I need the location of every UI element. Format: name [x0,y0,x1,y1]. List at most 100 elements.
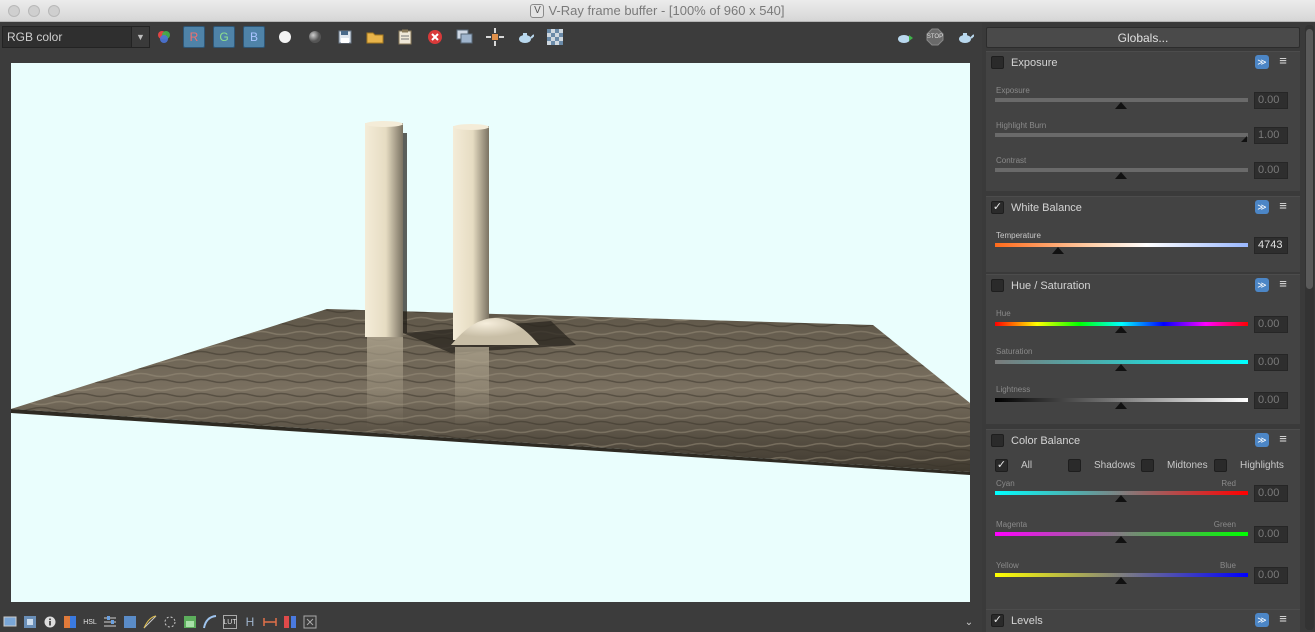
save-icon[interactable] [334,26,356,48]
interactive-teapot-icon[interactable] [954,26,976,48]
channel-dropdown[interactable]: RGB color ▼ [2,26,150,48]
highlight-burn-slider[interactable] [995,133,1248,137]
collapse-icon[interactable]: ≫ [1255,55,1269,69]
magenta-green-slider-handle[interactable] [1115,536,1127,543]
vray-logo-icon: V [530,3,545,18]
scrollbar-thumb[interactable] [1306,29,1313,289]
info-icon[interactable] [43,615,57,629]
pixel-icon[interactable] [303,615,317,629]
levels-checkbox[interactable]: ✓ [991,614,1004,627]
exposure-value[interactable]: 0.00 [1254,92,1288,109]
magenta-label: Magenta [996,520,1028,529]
saturation-value[interactable]: 0.00 [1254,354,1288,371]
display-icon[interactable] [3,615,17,629]
highlight-burn-slider-handle[interactable] [1241,136,1247,142]
title-group: V V-Ray frame buffer - [100% of 960 x 54… [530,3,785,18]
duplicate-icon[interactable] [454,26,476,48]
lightness-value[interactable]: 0.00 [1254,392,1288,409]
stop-label: STOP [926,34,944,40]
gradient-icon[interactable] [63,615,77,629]
hue-label: Hue [996,309,1011,318]
checker-icon[interactable] [544,26,566,48]
contrast-slider-handle[interactable] [1115,172,1127,179]
hsl-icon[interactable]: HSL [83,615,97,629]
chevron-down-icon[interactable]: ▼ [131,27,149,47]
levels-title: Levels [1011,615,1043,627]
gray-circle-icon[interactable] [304,26,326,48]
image-icon[interactable] [203,615,217,629]
h-icon[interactable]: H [243,615,257,629]
stop-icon[interactable]: STOP [924,26,946,48]
cyan-red-value[interactable]: 0.00 [1254,485,1288,502]
color-balance-checkbox[interactable] [991,434,1004,447]
render-teapot-icon[interactable] [894,26,916,48]
toolbar: RGB color ▼ R G B STOP [0,23,982,51]
color-balance-header: Color Balance ≫ ≡ [986,430,1300,452]
hue-slider-handle[interactable] [1115,326,1127,333]
teapot-icon[interactable] [514,26,536,48]
lightness-slider-handle[interactable] [1115,402,1127,409]
panel-scrollbar[interactable] [1305,25,1314,630]
channels-icon[interactable] [153,26,175,48]
saturation-slider-handle[interactable] [1115,364,1127,371]
lut-icon[interactable] [143,615,157,629]
blue-channel-button[interactable]: B [243,26,265,48]
temperature-value[interactable]: 4743 [1254,237,1288,254]
blue-label: Blue [1219,561,1236,570]
histogram-icon[interactable] [163,615,177,629]
temperature-slider-handle[interactable] [1052,247,1064,254]
clear-icon[interactable] [424,26,446,48]
white-balance-header: ✓ White Balance ≫ ≡ [986,197,1300,219]
hue-saturation-checkbox[interactable] [991,279,1004,292]
highlights-checkbox[interactable] [1214,459,1227,472]
midtones-checkbox[interactable] [1141,459,1154,472]
yellow-blue-value[interactable]: 0.00 [1254,567,1288,584]
close-window-button[interactable] [8,5,20,17]
green-channel-button[interactable]: G [213,26,235,48]
hue-value[interactable]: 0.00 [1254,316,1288,333]
open-folder-icon[interactable] [364,26,386,48]
cyan-red-slider-handle[interactable] [1115,495,1127,502]
menu-icon[interactable]: ≡ [1277,612,1289,626]
crop-icon[interactable] [263,615,277,629]
title-bar: V V-Ray frame buffer - [100% of 960 x 54… [0,0,1315,22]
ocio-icon[interactable]: LUT [223,615,237,629]
shadows-checkbox[interactable] [1068,459,1081,472]
film-icon[interactable] [23,615,37,629]
exposure-checkbox[interactable] [991,56,1004,69]
all-checkbox[interactable]: ✓ [995,459,1008,472]
clipboard-icon[interactable] [394,26,416,48]
yellow-blue-slider-handle[interactable] [1115,577,1127,584]
settings-icon[interactable] [183,615,197,629]
collapse-icon[interactable]: ≫ [1255,278,1269,292]
collapse-icon[interactable]: ≫ [1255,200,1269,214]
menu-icon[interactable]: ≡ [1277,432,1289,446]
region-icon[interactable] [484,26,506,48]
red-channel-button[interactable]: R [183,26,205,48]
white-balance-checkbox[interactable]: ✓ [991,201,1004,214]
menu-icon[interactable]: ≡ [1277,199,1289,213]
color-balance-section: Color Balance ≫ ≡ ✓ All Shadows Midtones… [986,429,1300,615]
highlight-burn-value[interactable]: 1.00 [1254,127,1288,144]
collapse-icon[interactable]: ≫ [1255,433,1269,447]
midtones-label: Midtones [1167,460,1208,471]
menu-icon[interactable]: ≡ [1277,277,1289,291]
color-balance-title: Color Balance [1011,435,1081,447]
curve-icon[interactable] [123,615,137,629]
highlight-burn-label: Highlight Burn [996,121,1047,130]
collapse-icon[interactable]: ≫ [1255,613,1269,627]
white-circle-icon[interactable] [274,26,296,48]
menu-icon[interactable]: ≡ [1277,54,1289,68]
minimize-window-button[interactable] [28,5,40,17]
magenta-green-value[interactable]: 0.00 [1254,526,1288,543]
zoom-window-button[interactable] [48,5,60,17]
temperature-slider[interactable] [995,243,1248,247]
render-view[interactable] [11,63,970,602]
exposure-slider-handle[interactable] [1115,102,1127,109]
chevron-double-down-icon[interactable]: ⌄ [962,615,976,629]
compare-icon[interactable] [283,615,297,629]
contrast-value[interactable]: 0.00 [1254,162,1288,179]
white-balance-title: White Balance [1011,202,1082,214]
levels-icon[interactable] [103,615,117,629]
globals-button[interactable]: Globals... [986,27,1300,48]
